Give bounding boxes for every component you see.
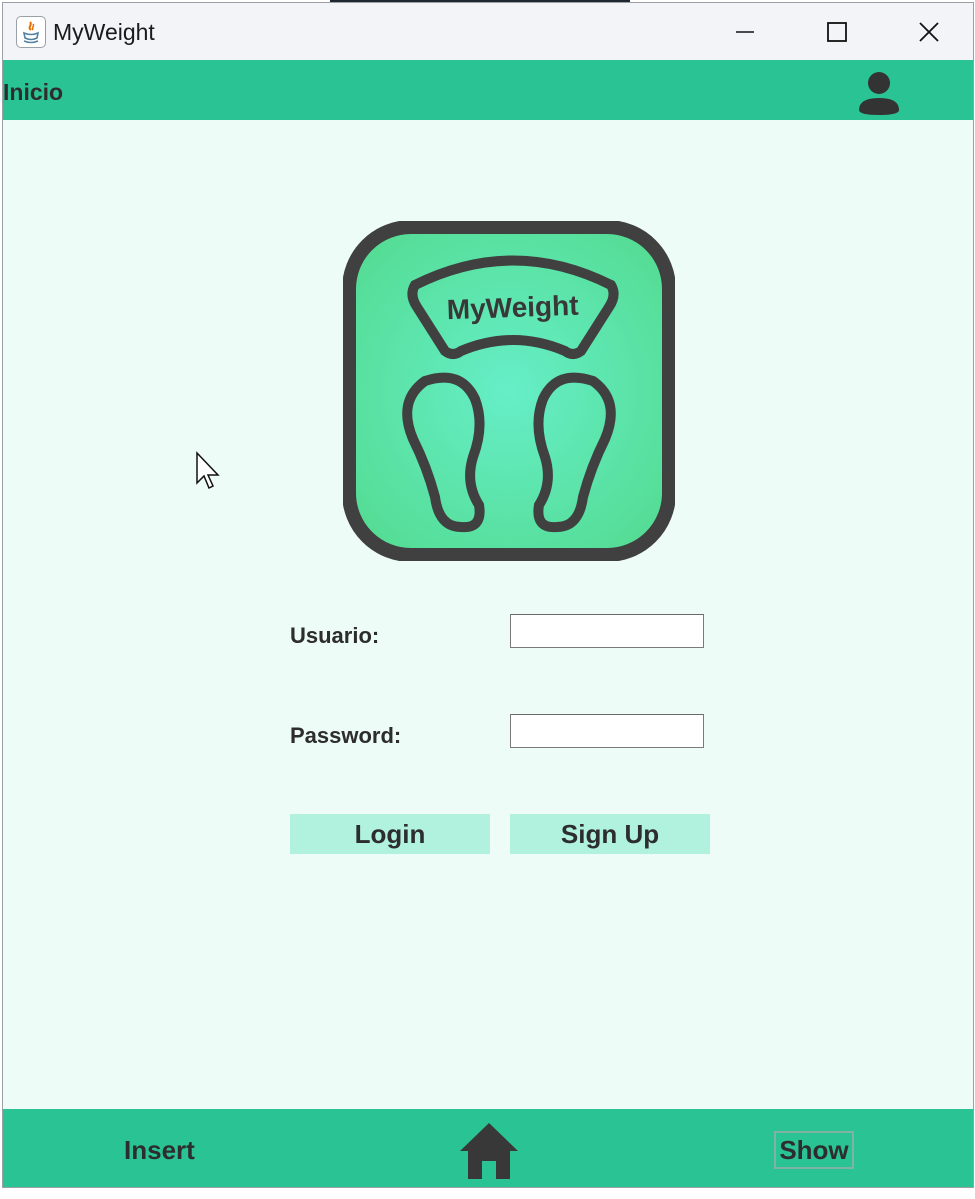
page-title: Inicio (3, 79, 64, 105)
maximize-icon (827, 21, 847, 42)
minimize-button[interactable] (699, 3, 791, 60)
password-label: Password: (290, 723, 402, 748)
user-icon[interactable] (855, 70, 903, 116)
minimize-icon (736, 30, 754, 33)
show-button[interactable]: Show (774, 1131, 854, 1169)
app-window: MyWeight Inicio MyWeight Usuario: Passwo… (2, 2, 974, 1188)
logo-text: MyWeight (446, 290, 579, 326)
close-icon (919, 21, 939, 42)
password-field[interactable] (510, 714, 704, 748)
bathroom-scale-icon: MyWeight (343, 221, 675, 561)
insert-button[interactable]: Insert (124, 1135, 195, 1166)
close-button[interactable] (883, 3, 973, 60)
java-app-icon (16, 16, 46, 48)
home-icon[interactable] (458, 1121, 520, 1181)
bottom-bar: Insert Show (3, 1109, 973, 1187)
signup-button[interactable]: Sign Up (510, 814, 710, 854)
window-title: MyWeight (53, 19, 155, 45)
maximize-button[interactable] (791, 3, 883, 60)
login-button[interactable]: Login (290, 814, 490, 854)
mouse-cursor-icon (196, 451, 220, 490)
top-bar: Inicio (3, 60, 973, 120)
username-field[interactable] (510, 614, 704, 648)
title-bar[interactable]: MyWeight (3, 3, 973, 60)
username-label: Usuario: (290, 623, 380, 648)
